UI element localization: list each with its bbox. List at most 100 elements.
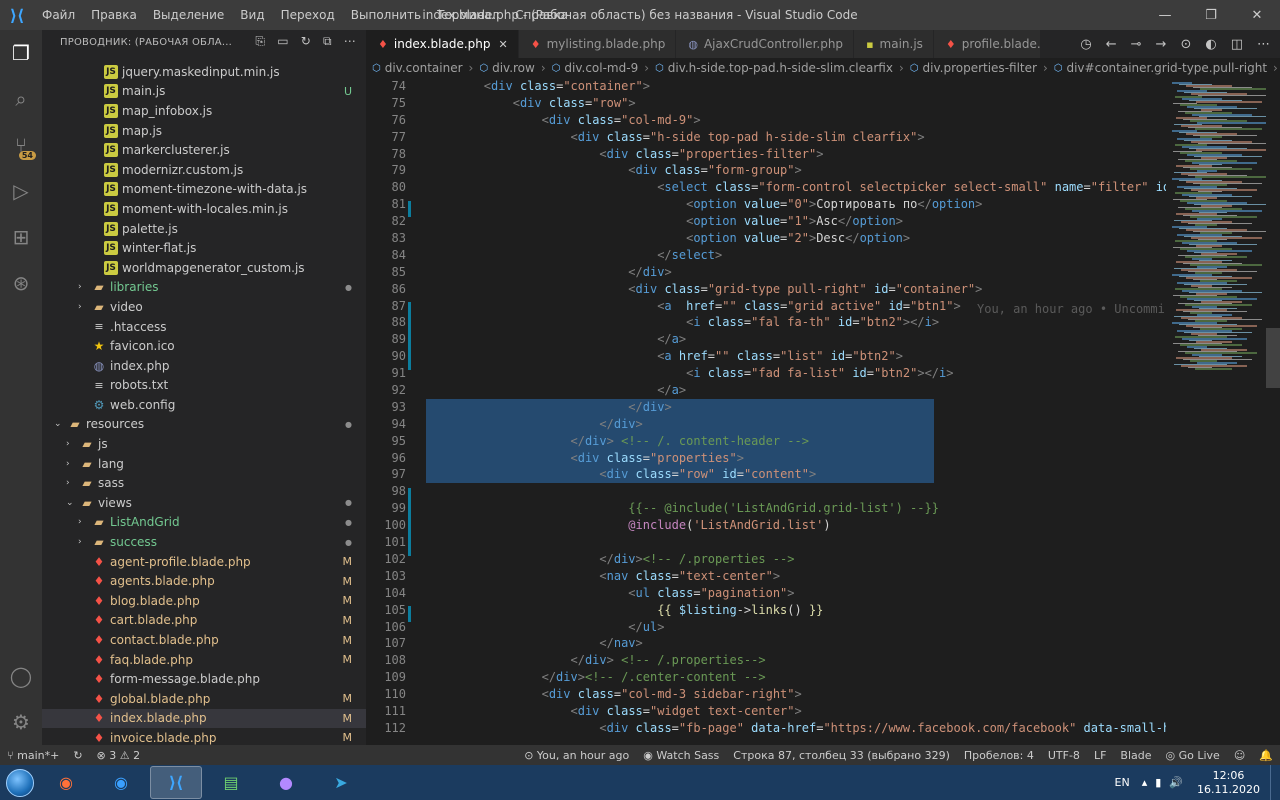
toggle-file-blame-icon[interactable]: ◐ bbox=[1205, 37, 1216, 52]
menu-item[interactable]: Терминал bbox=[429, 8, 507, 22]
tree-item[interactable]: JS moment-with-locales.min.js bbox=[42, 199, 366, 219]
git-prev-icon[interactable]: ← bbox=[1106, 37, 1117, 52]
network-icon[interactable]: ▮ bbox=[1151, 776, 1165, 789]
breadcrumb-item[interactable]: div.h-side.top-pad.h-side-slim.clearfix bbox=[668, 61, 893, 75]
tree-item[interactable]: › ▰ js bbox=[42, 434, 366, 454]
tree-item[interactable]: › ▰ sass bbox=[42, 473, 366, 493]
new-file-icon[interactable]: ⎘ bbox=[255, 34, 265, 49]
search-icon[interactable]: ⌕ bbox=[0, 76, 42, 122]
tree-item[interactable]: ◍ index.php bbox=[42, 356, 366, 376]
firefox-dev-icon[interactable]: ◉ bbox=[95, 766, 147, 799]
split-editor-icon[interactable]: ◫ bbox=[1231, 37, 1243, 52]
breadcrumb-item[interactable]: div.row bbox=[492, 61, 535, 75]
menu-item[interactable]: Выполнить bbox=[343, 8, 429, 22]
breadcrumb-item[interactable]: div#container.grid-type.pull-right bbox=[1066, 61, 1267, 75]
language-mode[interactable]: Blade bbox=[1113, 749, 1158, 762]
tree-item[interactable]: ♦ global.blade.php M bbox=[42, 689, 366, 709]
menu-item[interactable]: Справка bbox=[507, 8, 576, 22]
tree-item[interactable]: JS map.js bbox=[42, 121, 366, 141]
tree-item[interactable]: ≡ robots.txt bbox=[42, 376, 366, 396]
task-manager-icon[interactable]: ▤ bbox=[205, 766, 257, 799]
firefox-icon[interactable]: ◉ bbox=[40, 766, 92, 799]
eol[interactable]: LF bbox=[1087, 749, 1113, 762]
breadcrumb-item[interactable]: div.container bbox=[385, 61, 463, 75]
history-icon[interactable]: ◷ bbox=[1080, 37, 1091, 52]
git-commit-icon[interactable]: ⊸ bbox=[1131, 37, 1142, 52]
tree-item[interactable]: JS main.js U bbox=[42, 82, 366, 102]
tree-item[interactable]: ♦ index.blade.php M bbox=[42, 708, 366, 729]
editor-tab[interactable]: ♦ index.blade.php ✕ bbox=[366, 30, 519, 58]
watch-sass-button[interactable]: ◉ Watch Sass bbox=[636, 749, 726, 762]
tree-item[interactable]: ♦ agents.blade.php M bbox=[42, 571, 366, 591]
tree-item[interactable]: JS winter-flat.js bbox=[42, 238, 366, 258]
collapse-all-icon[interactable]: ⧉ bbox=[323, 34, 332, 49]
explorer-icon[interactable]: ❐ bbox=[0, 30, 42, 76]
tree-item[interactable]: JS jquery.maskedinput.min.js bbox=[42, 62, 366, 82]
problems-indicator[interactable]: ⊗ 3 ⚠ 2 bbox=[90, 749, 148, 762]
tree-item[interactable]: JS palette.js bbox=[42, 219, 366, 239]
run-debug-icon[interactable]: ▷ bbox=[0, 168, 42, 214]
tree-item[interactable]: › ▰ video bbox=[42, 297, 366, 317]
tree-item[interactable]: ♦ contact.blade.php M bbox=[42, 630, 366, 650]
telegram-icon[interactable]: ➤ bbox=[315, 766, 367, 799]
blame-status[interactable]: ⊙ You, an hour ago bbox=[517, 749, 636, 762]
breadcrumb-item[interactable]: div.properties-filter bbox=[923, 61, 1037, 75]
input-language[interactable]: EN bbox=[1107, 776, 1138, 789]
tree-item[interactable]: ♦ cart.blade.php M bbox=[42, 611, 366, 631]
menu-item[interactable]: Выделение bbox=[145, 8, 232, 22]
refresh-icon[interactable]: ↻ bbox=[301, 34, 311, 49]
vscode-taskbar-icon[interactable]: ⟩⟨ bbox=[150, 766, 202, 799]
menu-item[interactable]: Правка bbox=[83, 8, 145, 22]
tree-item[interactable]: › ▰ success ● bbox=[42, 532, 366, 552]
close-tab-icon[interactable]: ✕ bbox=[498, 38, 507, 51]
minimap[interactable] bbox=[1166, 78, 1272, 745]
tree-item[interactable]: JS moment-timezone-with-data.js bbox=[42, 180, 366, 200]
source-control-icon[interactable]: ⑂ 54 bbox=[0, 122, 42, 168]
encoding[interactable]: UTF-8 bbox=[1041, 749, 1087, 762]
branch-indicator[interactable]: ⑂ main*+ bbox=[0, 749, 66, 762]
tree-item[interactable]: JS modernizr.custom.js bbox=[42, 160, 366, 180]
tree-item[interactable]: ≡ .htaccess bbox=[42, 317, 366, 337]
cursor-position[interactable]: Строка 87, столбец 33 (выбрано 329) bbox=[726, 749, 957, 762]
notifications-icon[interactable]: 🔔 bbox=[1252, 749, 1280, 762]
account-icon[interactable]: ◯ bbox=[0, 653, 42, 699]
new-folder-icon[interactable]: ▭ bbox=[277, 34, 289, 49]
indentation[interactable]: Пробелов: 4 bbox=[957, 749, 1041, 762]
tree-item[interactable]: ♦ invoice.blade.php M bbox=[42, 728, 366, 745]
more-actions-icon[interactable]: ⋯ bbox=[344, 34, 356, 49]
tree-item[interactable]: ⚙ web.config bbox=[42, 395, 366, 415]
breadcrumb-item[interactable]: div.col-md-9 bbox=[564, 61, 638, 75]
tree-item[interactable]: ♦ blog.blade.php M bbox=[42, 591, 366, 611]
minimize-button[interactable]: — bbox=[1142, 0, 1188, 30]
git-next-icon[interactable]: → bbox=[1156, 37, 1167, 52]
close-button[interactable]: ✕ bbox=[1234, 0, 1280, 30]
start-button[interactable] bbox=[0, 765, 40, 800]
show-desktop-button[interactable] bbox=[1270, 765, 1280, 800]
feedback-icon[interactable]: ☺ bbox=[1227, 749, 1252, 762]
tree-item[interactable]: › ▰ ListAndGrid ● bbox=[42, 513, 366, 533]
menu-item[interactable]: Файл bbox=[34, 8, 83, 22]
open-changes-icon[interactable]: ⊙ bbox=[1180, 37, 1191, 52]
editor-tab[interactable]: ▪ main.js bbox=[854, 30, 934, 58]
volume-icon[interactable]: 🔊 bbox=[1165, 776, 1187, 789]
tray-arrow-icon[interactable]: ▴ bbox=[1138, 776, 1152, 789]
tree-item[interactable]: JS map_infobox.js bbox=[42, 101, 366, 121]
vertical-scrollbar[interactable] bbox=[1266, 78, 1280, 745]
tree-item[interactable]: › ▰ libraries ● bbox=[42, 278, 366, 298]
editor-tab[interactable]: ♦ mylisting.blade.php bbox=[518, 30, 677, 58]
git-graph-icon[interactable]: ⊛ bbox=[0, 260, 42, 306]
extensions-icon[interactable]: ⊞ bbox=[0, 214, 42, 260]
tree-item[interactable]: JS markerclusterer.js bbox=[42, 140, 366, 160]
tree-item[interactable]: ⌄ ▰ views ● bbox=[42, 493, 366, 513]
code-editor[interactable]: 74 75 76 77 78 79 80 81 82 83 84 85 86 87 88 89 90 91 92 93… bbox=[366, 78, 1166, 745]
cat-app-icon[interactable]: ● bbox=[260, 766, 312, 799]
menu-item[interactable]: Вид bbox=[232, 8, 272, 22]
clock[interactable]: 12:06 16.11.2020 bbox=[1187, 769, 1270, 797]
tree-item[interactable]: ♦ faq.blade.php M bbox=[42, 650, 366, 670]
tree-item[interactable]: ♦ form-message.blade.php bbox=[42, 669, 366, 689]
editor-tab[interactable]: ◍ AjaxCrudController.php bbox=[676, 30, 855, 58]
tree-item[interactable]: JS worldmapgenerator_custom.js bbox=[42, 258, 366, 278]
more-actions-icon[interactable]: ⋯ bbox=[1257, 37, 1270, 52]
tree-item[interactable]: ⌄ ▰ resources ● bbox=[42, 415, 366, 435]
menu-item[interactable]: Переход bbox=[273, 8, 343, 22]
